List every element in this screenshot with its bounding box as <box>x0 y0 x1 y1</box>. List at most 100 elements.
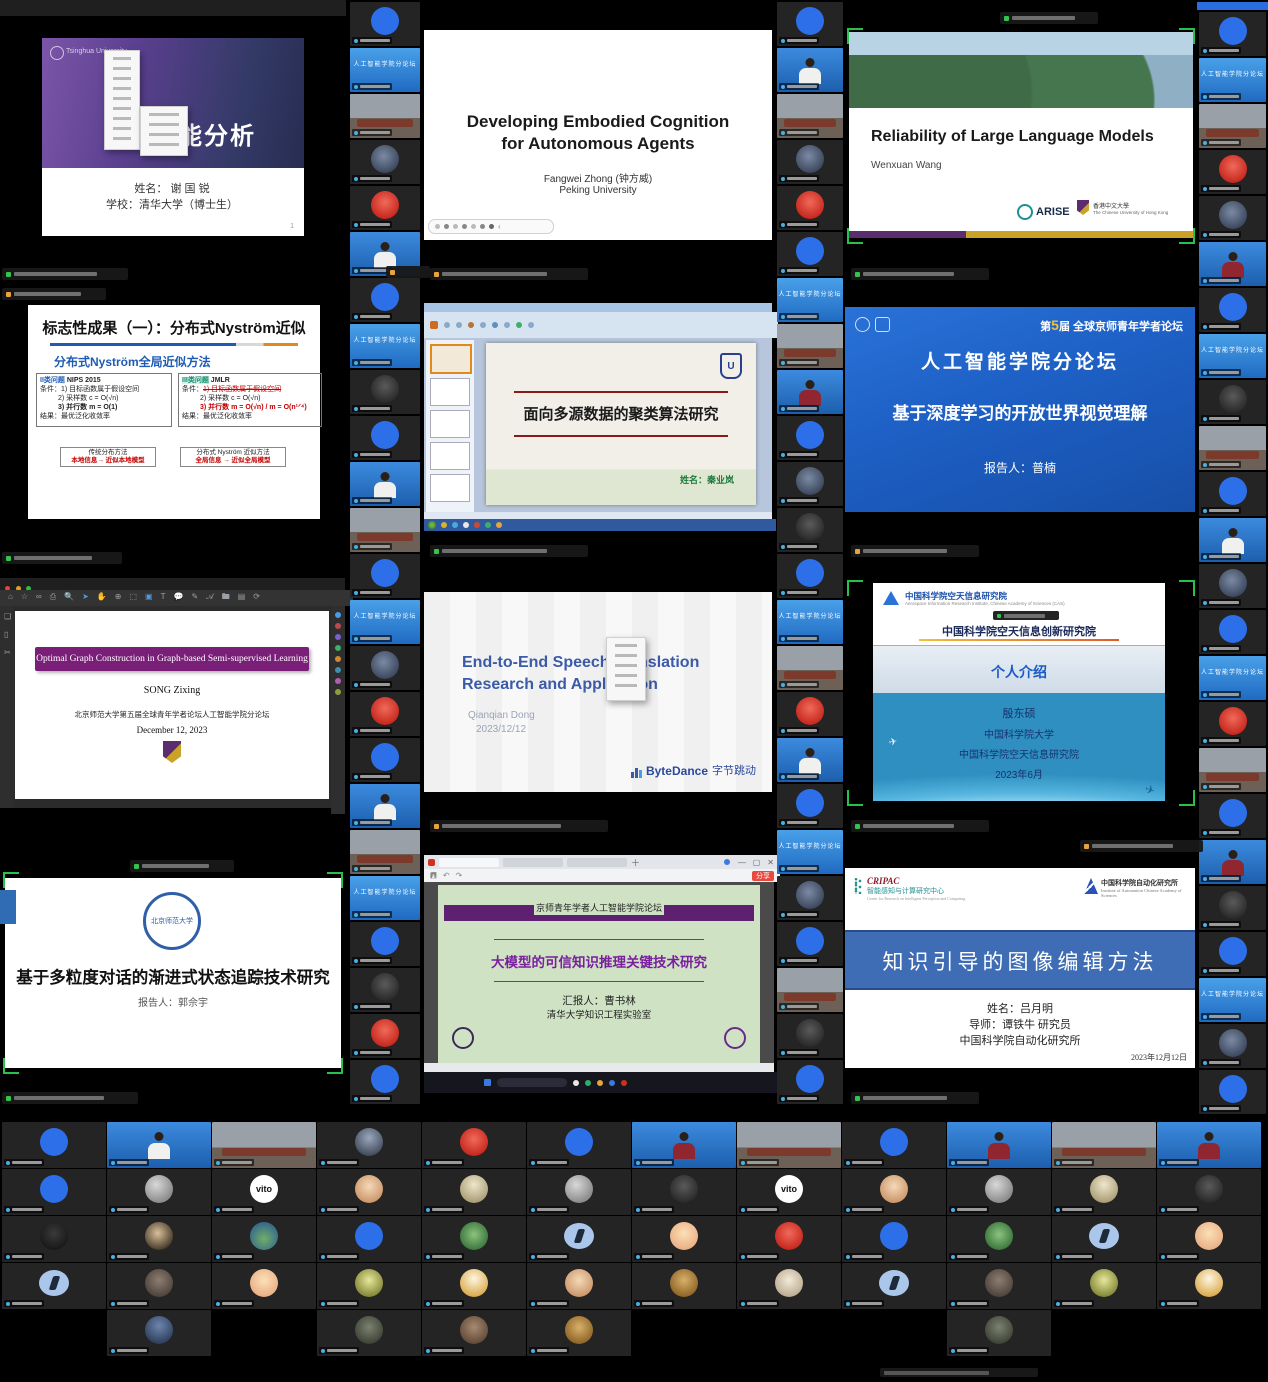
participant-tile[interactable] <box>632 1122 736 1168</box>
participant-tile[interactable] <box>777 554 843 598</box>
sidebar-tab[interactable] <box>0 890 16 924</box>
participant-tile[interactable] <box>947 1263 1051 1309</box>
participant-tile[interactable]: 人工智能学院分论坛 <box>350 876 420 920</box>
taskbar-app-icon[interactable] <box>496 522 502 528</box>
context-submenu[interactable] <box>140 106 188 156</box>
participant-tile[interactable]: 人工智能学院分论坛 <box>777 278 843 322</box>
redo-icon[interactable]: ↷ <box>456 869 463 883</box>
participant-tile[interactable]: vito <box>737 1169 841 1215</box>
participant-tile[interactable] <box>317 1310 421 1356</box>
participant-tile[interactable]: 人工智能学院分论坛 <box>1199 334 1266 378</box>
participant-tile[interactable] <box>527 1169 631 1215</box>
tool-icon[interactable] <box>335 689 341 695</box>
organize-icon[interactable]: ▤ <box>238 590 246 606</box>
tool-icon[interactable] <box>335 656 341 662</box>
participant-tile[interactable] <box>212 1263 316 1309</box>
text-icon[interactable]: T <box>161 590 166 606</box>
participant-tile[interactable] <box>1199 564 1266 608</box>
hand-icon[interactable]: ✋ <box>97 590 107 606</box>
ribbon-icon[interactable] <box>516 322 522 328</box>
participant-tile[interactable] <box>107 1263 211 1309</box>
participant-tile[interactable] <box>632 1263 736 1309</box>
participant-tile[interactable] <box>350 140 420 184</box>
participant-tile[interactable] <box>1199 794 1266 838</box>
participant-tile[interactable] <box>1199 196 1266 240</box>
tool-icon[interactable] <box>335 645 341 651</box>
participant-tile[interactable] <box>317 1216 421 1262</box>
menu-items[interactable] <box>113 57 131 143</box>
participant-tile[interactable] <box>350 462 420 506</box>
participant-tile[interactable] <box>350 922 420 966</box>
participant-tile[interactable] <box>777 922 843 966</box>
participant-tile[interactable] <box>1052 1216 1156 1262</box>
participant-tile[interactable] <box>777 324 843 368</box>
new-tab-icon[interactable]: ＋ <box>631 856 640 869</box>
participant-tile[interactable] <box>422 1122 526 1168</box>
select-icon[interactable]: ⬚ <box>129 590 137 606</box>
participant-tile[interactable] <box>350 554 420 598</box>
participant-tile[interactable] <box>107 1216 211 1262</box>
participant-tile[interactable]: 人工智能学院分论坛 <box>350 324 420 368</box>
participant-tile[interactable] <box>1199 1070 1266 1114</box>
participant-tile[interactable] <box>947 1216 1051 1262</box>
participant-tile[interactable] <box>947 1122 1051 1168</box>
participant-tile[interactable] <box>1052 1169 1156 1215</box>
settings-icon[interactable] <box>489 224 494 229</box>
ppt-ribbon[interactable] <box>424 312 778 338</box>
participant-tile[interactable] <box>737 1122 841 1168</box>
refresh-icon[interactable]: ⟳ <box>253 590 260 606</box>
file-menu-icon[interactable] <box>430 321 438 329</box>
pen-icon[interactable] <box>444 224 449 229</box>
taskbar-app-icon[interactable] <box>441 522 447 528</box>
participant-tile[interactable] <box>1199 886 1266 930</box>
participant-tile[interactable]: 人工智能学院分论坛 <box>350 600 420 644</box>
bookmark-icon[interactable]: ❏ <box>4 610 14 624</box>
participant-tile[interactable]: 人工智能学院分论坛 <box>777 830 843 874</box>
participant-tile[interactable] <box>777 140 843 184</box>
participant-tile[interactable] <box>777 692 843 736</box>
participant-tile[interactable] <box>777 1060 843 1104</box>
participant-tile[interactable] <box>737 1216 841 1262</box>
start-button-icon[interactable] <box>428 521 436 529</box>
stamp-icon[interactable]: 𝒜 <box>206 590 214 606</box>
edit-icon[interactable]: ✎ <box>191 590 198 606</box>
menu-items[interactable] <box>615 644 637 694</box>
participant-tile[interactable] <box>2 1263 106 1309</box>
participant-tile[interactable] <box>777 462 843 506</box>
wps-toolbar[interactable]: 🖪 ↶ ↷ 分享 <box>424 869 780 882</box>
participant-tile[interactable] <box>2 1216 106 1262</box>
maximize-icon[interactable]: ▢ <box>753 858 761 867</box>
participant-tile[interactable] <box>317 1122 421 1168</box>
collapse-icon[interactable]: ‹ <box>498 222 501 231</box>
participant-tile[interactable] <box>1199 426 1266 470</box>
pdf-left-rail[interactable]: ❏ ▯ ✂ <box>0 606 14 808</box>
participant-tile[interactable]: 人工智能学院分论坛 <box>1199 58 1266 102</box>
pdf-right-rail[interactable] <box>331 606 345 814</box>
participant-tile[interactable] <box>350 1014 420 1058</box>
participant-tile[interactable] <box>1199 518 1266 562</box>
tool-icon[interactable] <box>335 634 341 640</box>
participant-tile[interactable] <box>1199 472 1266 516</box>
participant-tile[interactable] <box>842 1263 946 1309</box>
participant-tile[interactable] <box>1199 150 1266 194</box>
participant-tile[interactable] <box>777 508 843 552</box>
ribbon-icon[interactable] <box>492 322 498 328</box>
participant-tile[interactable] <box>842 1216 946 1262</box>
participant-tile[interactable] <box>1199 104 1266 148</box>
participant-tile[interactable] <box>2 1169 106 1215</box>
participant-tile[interactable]: 人工智能学院分论坛 <box>1199 978 1266 1022</box>
participant-tile[interactable] <box>107 1122 211 1168</box>
close-icon[interactable]: ✕ <box>767 858 774 867</box>
participant-tile[interactable] <box>350 94 420 138</box>
participant-tile[interactable] <box>317 1263 421 1309</box>
participant-tile[interactable] <box>2 1122 106 1168</box>
participant-tile[interactable] <box>632 1169 736 1215</box>
ribbon-icon[interactable] <box>480 322 486 328</box>
taskbar-app-icon[interactable] <box>621 1080 627 1086</box>
participant-tile[interactable] <box>947 1310 1051 1356</box>
layers-icon[interactable]: ✂ <box>4 646 14 660</box>
participant-tile[interactable] <box>777 738 843 782</box>
participant-tile[interactable] <box>350 2 420 46</box>
slide-thumbnail[interactable] <box>430 344 472 374</box>
ribbon-icon[interactable] <box>504 322 510 328</box>
